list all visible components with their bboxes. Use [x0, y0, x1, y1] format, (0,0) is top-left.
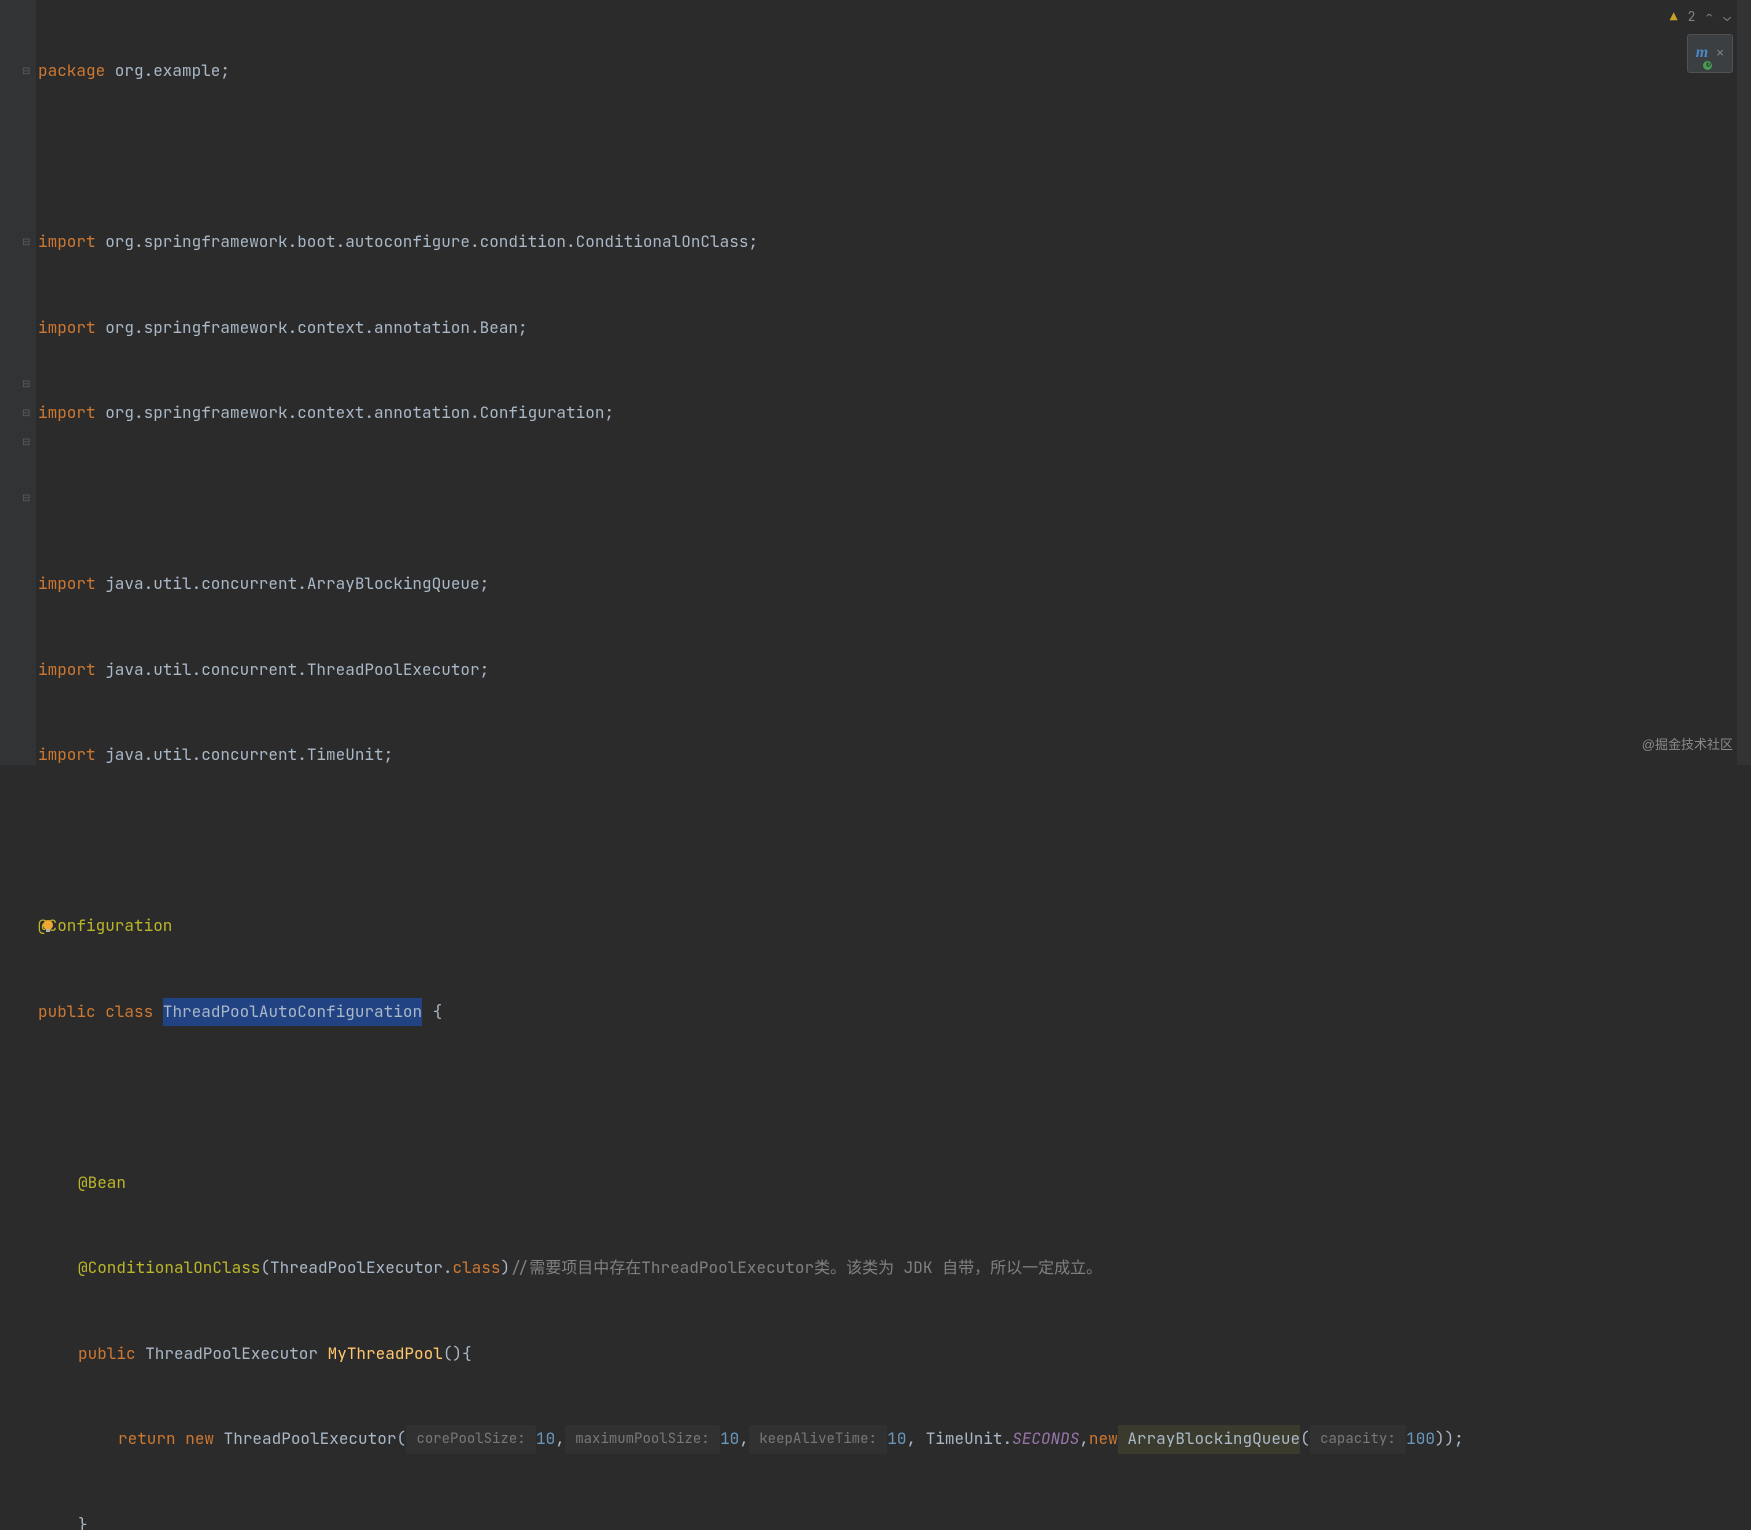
code-line: return new ThreadPoolExecutor( corePoolS… — [38, 1425, 1751, 1454]
code-line: import java.util.concurrent.TimeUnit; — [38, 741, 1751, 770]
selected-class-name: ThreadPoolAutoConfiguration — [163, 998, 422, 1027]
intention-bulb-icon[interactable] — [40, 918, 56, 934]
code-line: import org.springframework.boot.autoconf… — [38, 228, 1751, 257]
code-line: package org.example; — [38, 57, 1751, 86]
code-line: @Bean — [38, 1169, 1751, 1198]
code-line: import java.util.concurrent.ArrayBlockin… — [38, 570, 1751, 599]
code-line: import org.springframework.context.annot… — [38, 314, 1751, 343]
code-line: public ThreadPoolExecutor MyThreadPool()… — [38, 1340, 1751, 1369]
code-line — [38, 827, 1751, 856]
watermark: @掘金技术社区 — [1642, 731, 1733, 760]
code-line: import java.util.concurrent.ThreadPoolEx… — [38, 656, 1751, 685]
code-line — [38, 143, 1751, 172]
code-line — [38, 1083, 1751, 1112]
code-editor[interactable]: package org.example; import org.springfr… — [0, 0, 1751, 1530]
code-line — [38, 485, 1751, 514]
code-line: } — [38, 1511, 1751, 1530]
code-line: import org.springframework.context.annot… — [38, 399, 1751, 428]
code-line: @Configuration — [38, 912, 1751, 941]
code-line: @ConditionalOnClass(ThreadPoolExecutor.c… — [38, 1254, 1751, 1283]
code-line: public class ThreadPoolAutoConfiguration… — [38, 998, 1751, 1027]
